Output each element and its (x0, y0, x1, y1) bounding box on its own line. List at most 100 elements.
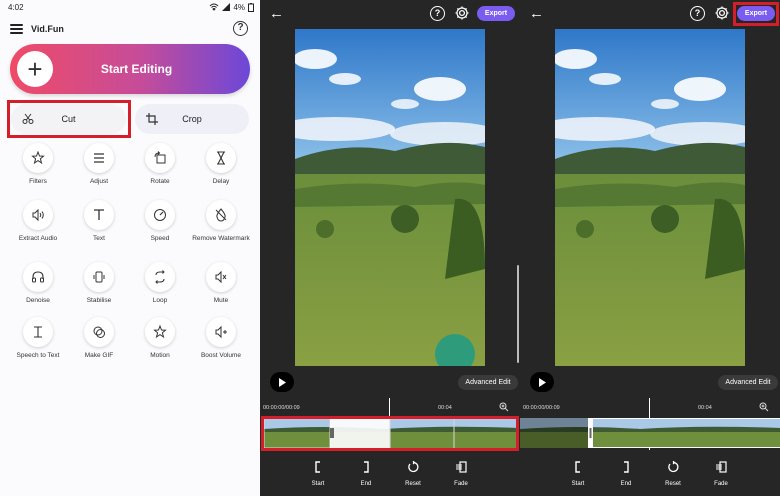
scrollbar[interactable] (517, 265, 519, 363)
tool-label: Mute (213, 297, 229, 304)
tool-boost-volume[interactable]: Boost Volume (191, 317, 251, 359)
tool-label: Text (93, 235, 105, 242)
tool-filters[interactable]: Filters (8, 143, 68, 185)
help-icon[interactable]: ? (233, 21, 248, 36)
start-label: Start (571, 481, 585, 487)
advanced-edit-button[interactable]: Advanced Edit (718, 375, 778, 390)
reset-icon (668, 460, 679, 473)
tool-denoise[interactable]: Denoise (8, 262, 68, 304)
tool-label: Boost Volume (200, 352, 242, 359)
fade-label: Fade (454, 481, 468, 487)
cut-button[interactable]: Cut (11, 104, 126, 134)
motion-icon (145, 317, 175, 347)
crop-label: Crop (182, 114, 202, 124)
tool-speech-to-text[interactable]: Speech to Text (8, 317, 68, 359)
tool-remove-watermark[interactable]: Remove Watermark (191, 200, 251, 242)
editor-toolbar: ← ? Export (260, 0, 520, 28)
current-time: 00:00:00/00:09 (523, 405, 560, 411)
zoom-icon[interactable] (499, 402, 509, 412)
filters-icon (23, 143, 53, 173)
status-time: 4:02 (8, 2, 24, 12)
tool-label: Speed (150, 235, 170, 242)
fade-button[interactable]: Fade (441, 460, 481, 487)
tool-motion[interactable]: Motion (130, 317, 190, 359)
battery-percent: 4% (233, 2, 245, 12)
crop-icon (145, 112, 159, 126)
reset-label: Reset (665, 481, 681, 487)
start-editing-label: Start Editing (100, 62, 173, 76)
adjust-icon (84, 143, 114, 173)
reset-button[interactable]: Reset (653, 460, 693, 487)
gif-icon (84, 317, 114, 347)
play-button[interactable] (530, 372, 554, 392)
tool-label: Remove Watermark (192, 235, 250, 242)
start-label: Start (311, 481, 325, 487)
play-button[interactable] (270, 372, 294, 392)
timeline-strip[interactable] (264, 418, 518, 448)
tool-speed[interactable]: Speed (130, 200, 190, 242)
fade-icon (716, 461, 727, 473)
wifi-icon (210, 3, 219, 11)
plus-icon: + (17, 51, 53, 87)
end-button[interactable]: End (346, 460, 386, 487)
home-screen: 4:02 4% Vid.Fun ? + Start Editing Cut Cr… (0, 0, 260, 496)
scissors-icon (21, 112, 35, 126)
tool-label: Rotate (150, 178, 170, 185)
end-time: 00:04 (438, 405, 452, 411)
play-icon (279, 377, 286, 387)
speed-icon (145, 200, 175, 230)
reset-label: Reset (405, 481, 421, 487)
timeline-strip[interactable] (520, 418, 780, 448)
tool-mute[interactable]: Mute (191, 262, 251, 304)
app-title: Vid.Fun (31, 24, 64, 34)
bracket-right-icon (364, 461, 369, 473)
current-time: 00:00:00/00:09 (263, 405, 300, 411)
tool-stabilise[interactable]: Stabilise (69, 262, 129, 304)
end-button[interactable]: End (606, 460, 646, 487)
tool-label: Denoise (26, 297, 50, 304)
zoom-icon[interactable] (759, 402, 769, 412)
play-icon (539, 377, 546, 387)
bracket-left-icon (315, 461, 320, 473)
gear-icon[interactable] (714, 5, 730, 21)
help-icon[interactable]: ? (430, 6, 445, 21)
tool-make-gif[interactable]: Make GIF (69, 317, 129, 359)
tool-rotate[interactable]: Rotate (130, 143, 190, 185)
fade-label: Fade (714, 481, 728, 487)
loop-icon (145, 262, 175, 292)
bracket-left-icon (575, 461, 580, 473)
mute-icon (206, 262, 236, 292)
end-label: End (620, 481, 632, 487)
tool-text[interactable]: Text (69, 200, 129, 242)
bracket-right-icon (624, 461, 629, 473)
tool-label: Extract Audio (18, 235, 58, 242)
start-button[interactable]: Start (558, 460, 598, 487)
fade-button[interactable]: Fade (701, 460, 741, 487)
crop-button[interactable]: Crop (135, 104, 249, 134)
text-icon (84, 200, 114, 230)
app-header: Vid.Fun ? (0, 14, 260, 44)
tool-label: Adjust (89, 178, 109, 185)
start-button[interactable]: Start (298, 460, 338, 487)
tool-extract-audio[interactable]: Extract Audio (8, 200, 68, 242)
tool-loop[interactable]: Loop (130, 262, 190, 304)
back-arrow-icon[interactable]: ← (529, 6, 544, 21)
back-arrow-icon[interactable]: ← (269, 6, 284, 21)
menu-icon[interactable] (10, 24, 23, 34)
editor-toolbar: ← ? Export (520, 0, 780, 28)
export-button[interactable]: Export (737, 6, 775, 21)
gear-icon[interactable] (454, 5, 470, 21)
fade-icon (456, 461, 467, 473)
stabilise-icon (84, 262, 114, 292)
help-icon[interactable]: ? (690, 6, 705, 21)
export-button[interactable]: Export (477, 6, 515, 21)
tool-adjust[interactable]: Adjust (69, 143, 129, 185)
rotate-icon (145, 143, 175, 173)
start-editing-button[interactable]: + Start Editing (10, 44, 250, 94)
watermark-icon (206, 200, 236, 230)
tool-delay[interactable]: Delay (191, 143, 251, 185)
reset-button[interactable]: Reset (393, 460, 433, 487)
advanced-edit-button[interactable]: Advanced Edit (458, 375, 518, 390)
reset-icon (408, 460, 419, 473)
status-bar: 4:02 4% (0, 0, 260, 14)
